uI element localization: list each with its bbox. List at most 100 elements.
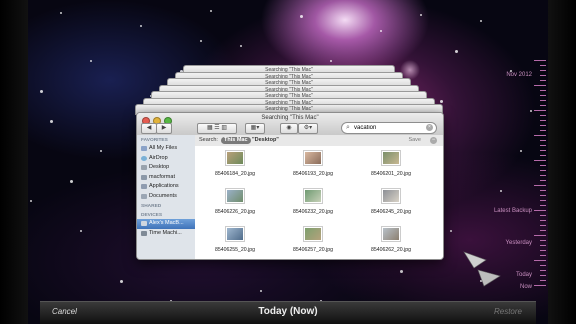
timeline-tick[interactable] xyxy=(534,210,546,211)
sidebar-item-applications[interactable]: Applications xyxy=(137,182,195,192)
sidebar-item-macformat[interactable]: macformat xyxy=(137,173,195,183)
file-thumbnail[interactable] xyxy=(303,226,323,242)
timeline-tick[interactable] xyxy=(534,85,546,86)
timeline-tick[interactable] xyxy=(540,265,546,266)
timeline-tick[interactable] xyxy=(534,60,546,61)
timeline-tick[interactable] xyxy=(540,190,546,191)
action-button[interactable]: ⚙▾ xyxy=(298,123,318,134)
forward-button[interactable]: ▶ xyxy=(156,123,172,134)
file-thumbnail[interactable] xyxy=(303,188,323,204)
remove-search-icon[interactable]: − xyxy=(430,137,437,144)
timeline-label-now[interactable]: Now xyxy=(520,284,532,290)
back-button[interactable]: ◀ xyxy=(141,123,157,134)
timeline-label-nov-2012[interactable]: Nov 2012 xyxy=(506,72,532,78)
timeline-tick[interactable] xyxy=(540,245,546,246)
timeline-tick[interactable] xyxy=(540,100,546,101)
timeline-tick[interactable] xyxy=(534,260,546,261)
file-item[interactable]: 85406201_20.jpg xyxy=(361,150,421,177)
timeline-tick[interactable] xyxy=(540,115,546,116)
restore-button[interactable]: Restore xyxy=(494,307,522,316)
timeline-tick[interactable] xyxy=(540,175,546,176)
arrange-button[interactable]: ▦▾ xyxy=(245,123,265,134)
file-item[interactable]: 85406184_20.jpg xyxy=(205,150,265,177)
timeline-tick[interactable] xyxy=(534,235,546,236)
save-search-button[interactable]: Save xyxy=(408,135,421,146)
file-thumbnail[interactable] xyxy=(381,226,401,242)
scope-desktop-button[interactable]: "Desktop" xyxy=(252,135,279,146)
file-item[interactable]: 85406257_20.jpg xyxy=(283,226,343,253)
timeline-tick[interactable] xyxy=(540,150,546,151)
timeline-tick[interactable] xyxy=(540,165,546,166)
quicklook-button[interactable]: ◉ xyxy=(280,123,298,134)
view-mode-buttons[interactable]: ▦ ☰ ▥ xyxy=(197,123,237,134)
list-view-icon[interactable]: ☰ xyxy=(214,125,219,131)
timeline-tick[interactable] xyxy=(534,110,546,111)
file-thumbnail[interactable] xyxy=(225,226,245,242)
timeline-tick[interactable] xyxy=(540,145,546,146)
search-field[interactable]: ⌕ × xyxy=(341,122,437,134)
file-thumbnail[interactable] xyxy=(225,150,245,166)
timeline-tick[interactable] xyxy=(540,120,546,121)
timeline-tick[interactable] xyxy=(540,105,546,106)
timeline-tick[interactable] xyxy=(540,90,546,91)
sidebar-item-airdrop[interactable]: AirDrop xyxy=(137,154,195,164)
timeline-tick[interactable] xyxy=(540,170,546,171)
finder-window[interactable]: Searching "This Mac" ◀ ▶ ▦ ☰ ▥ ▦▾ ◉ ⚙▾ ⌕… xyxy=(136,112,444,260)
file-item[interactable]: 85406232_20.jpg xyxy=(283,188,343,215)
timeline-tick[interactable] xyxy=(540,140,546,141)
file-item[interactable]: 85406226_20.jpg xyxy=(205,188,265,215)
forward-in-time-arrow-icon[interactable] xyxy=(477,269,501,287)
timeline-tick[interactable] xyxy=(540,70,546,71)
file-thumbnail[interactable] xyxy=(381,188,401,204)
timeline-tick[interactable] xyxy=(534,185,546,186)
icon-view-icon[interactable]: ▦ xyxy=(207,125,213,131)
search-input[interactable] xyxy=(354,124,424,132)
timeline-tick[interactable] xyxy=(540,155,546,156)
timeline-tick[interactable] xyxy=(540,240,546,241)
timeline-tick[interactable] xyxy=(540,195,546,196)
timeline-tick[interactable] xyxy=(540,75,546,76)
timeline-tick[interactable] xyxy=(540,230,546,231)
sidebar-item-documents[interactable]: Documents xyxy=(137,192,195,202)
file-item[interactable]: 85406193_20.jpg xyxy=(283,150,343,177)
sidebar-item-time-machine[interactable]: Time Machi... xyxy=(137,229,195,239)
file-item[interactable]: 85406255_20.jpg xyxy=(205,226,265,253)
timeline-tick[interactable] xyxy=(540,130,546,131)
timeline-tick[interactable] xyxy=(540,200,546,201)
timeline-label-yesterday[interactable]: Yesterday xyxy=(506,240,532,246)
timeline-tick[interactable] xyxy=(540,65,546,66)
sidebar-item-alexs-macbook[interactable]: Alex's MacB... xyxy=(137,219,195,229)
timeline-label-today[interactable]: Today xyxy=(516,272,532,278)
timeline[interactable]: Nov 2012 Latest Backup Yesterday Today N… xyxy=(494,60,546,290)
timeline-tick[interactable] xyxy=(540,180,546,181)
timeline-tick[interactable] xyxy=(534,135,546,136)
timeline-tick[interactable] xyxy=(540,80,546,81)
timeline-tick[interactable] xyxy=(540,275,546,276)
timeline-tick[interactable] xyxy=(540,215,546,216)
timeline-tick[interactable] xyxy=(534,285,546,286)
file-thumbnail[interactable] xyxy=(225,188,245,204)
timeline-tick[interactable] xyxy=(540,225,546,226)
timeline-tick[interactable] xyxy=(540,95,546,96)
file-thumbnail[interactable] xyxy=(381,150,401,166)
timeline-tick[interactable] xyxy=(534,160,546,161)
timeline-tick[interactable] xyxy=(540,205,546,206)
timeline-tick[interactable] xyxy=(540,250,546,251)
timeline-tick[interactable] xyxy=(540,255,546,256)
timeline-tick[interactable] xyxy=(540,270,546,271)
timeline-label-latest-backup[interactable]: Latest Backup xyxy=(494,208,532,214)
navigation-arrows[interactable] xyxy=(460,246,508,288)
sidebar-item-all-my-files[interactable]: All My Files xyxy=(137,144,195,154)
file-thumbnail[interactable] xyxy=(303,150,323,166)
clear-search-icon[interactable]: × xyxy=(426,124,433,131)
file-item[interactable]: 85406262_20.jpg xyxy=(361,226,421,253)
back-in-time-arrow-icon[interactable] xyxy=(463,251,487,269)
sidebar-item-desktop[interactable]: Desktop xyxy=(137,163,195,173)
finder-titlebar[interactable]: Searching "This Mac" ◀ ▶ ▦ ☰ ▥ ▦▾ ◉ ⚙▾ ⌕… xyxy=(137,113,443,136)
timeline-tick[interactable] xyxy=(540,280,546,281)
file-item[interactable]: 85406245_20.jpg xyxy=(361,188,421,215)
timeline-tick[interactable] xyxy=(540,125,546,126)
timeline-tick[interactable] xyxy=(540,220,546,221)
scope-this-mac-button[interactable]: This Mac xyxy=(221,137,251,144)
column-view-icon[interactable]: ▥ xyxy=(221,125,227,131)
